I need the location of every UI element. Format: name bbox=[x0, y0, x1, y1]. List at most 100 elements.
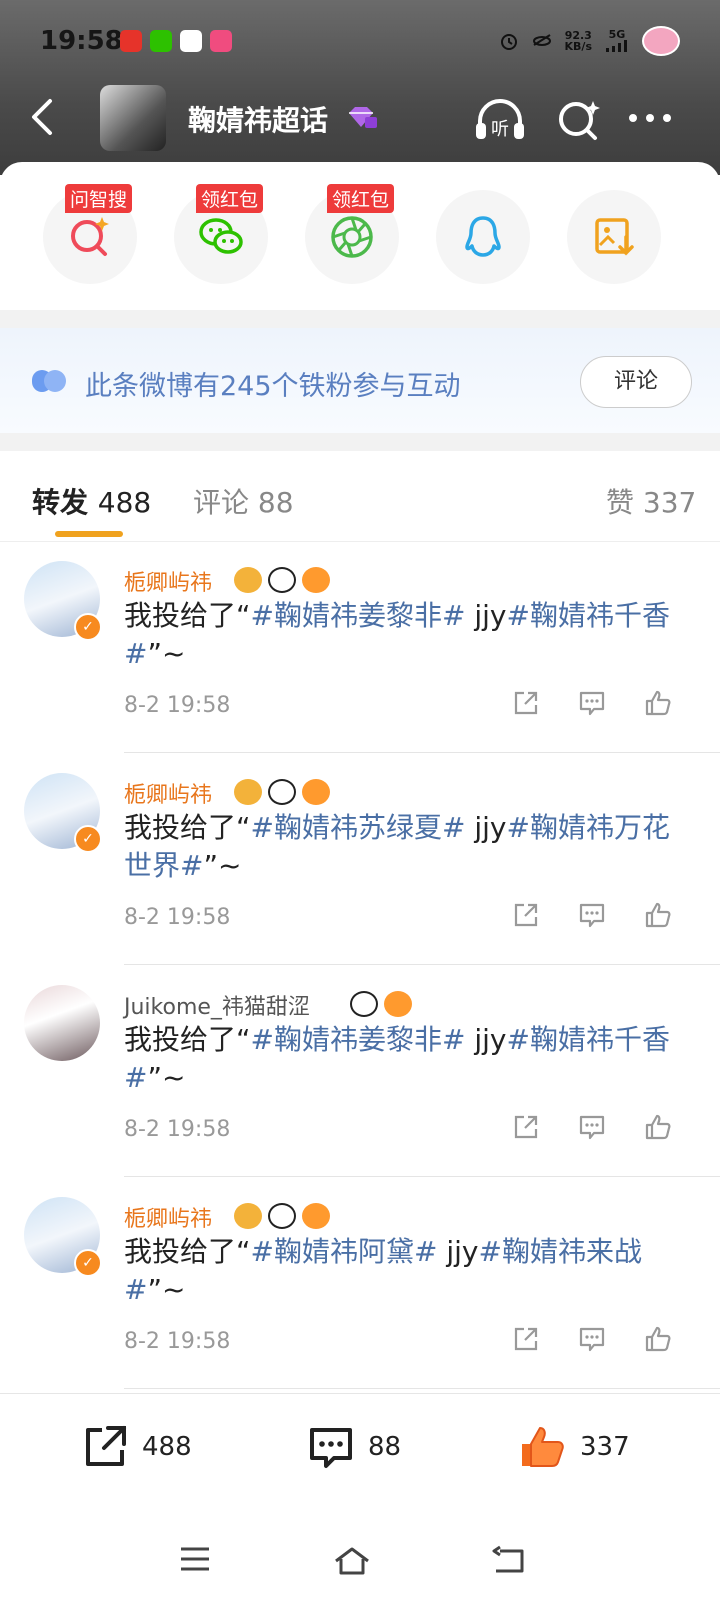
comment-action[interactable] bbox=[576, 687, 608, 723]
panda-badge-icon bbox=[268, 567, 296, 593]
bottom-like-button[interactable]: 337 bbox=[518, 1422, 630, 1472]
post-time: 8-2 19:58 bbox=[124, 1329, 231, 1354]
search-button[interactable] bbox=[555, 95, 603, 149]
comment-action[interactable] bbox=[576, 899, 608, 935]
bilibili-app-icon bbox=[210, 30, 232, 52]
search-spark-icon bbox=[71, 217, 109, 256]
tab-likes[interactable]: 赞 337 bbox=[606, 481, 696, 521]
repost-text: 我投给了“#鞠婧祎阿黛# jjy#鞠婧祎来战#”~ bbox=[124, 1235, 642, 1306]
home-button[interactable] bbox=[333, 1545, 371, 1581]
share-sheet: 问智搜 领红包 领红包 bbox=[0, 162, 720, 307]
signal-icon: 5G bbox=[604, 29, 630, 54]
verified-badge-icon: ✓ bbox=[74, 825, 102, 853]
panda-badge-icon bbox=[268, 779, 296, 805]
thumbs-up-icon bbox=[645, 1326, 671, 1352]
list-item[interactable]: ✓ 栀卿屿祎 我投给了“#鞠婧祎阿黛# jjy#鞠婧祎来战#”~ 8-2 19:… bbox=[0, 1177, 720, 1389]
save-image-icon bbox=[595, 218, 634, 256]
headphones-icon: 听 bbox=[476, 99, 524, 140]
menu-button[interactable] bbox=[178, 1545, 212, 1577]
home-icon bbox=[335, 1547, 369, 1575]
back-button[interactable] bbox=[22, 95, 62, 146]
listen-button[interactable]: 听 bbox=[472, 95, 528, 149]
user-badges bbox=[234, 779, 330, 805]
qq-icon bbox=[465, 216, 501, 257]
chevron-left-icon bbox=[32, 99, 52, 135]
page-title[interactable]: 鞠婧祎超话 bbox=[188, 99, 328, 139]
mute-icon bbox=[532, 34, 551, 46]
username[interactable]: 栀卿屿祎 bbox=[124, 1201, 212, 1233]
tab-reposts[interactable]: 转发 488 bbox=[32, 481, 151, 521]
super-topic-avatar[interactable] bbox=[100, 85, 166, 151]
shortcut-tag: 问智搜 bbox=[65, 184, 133, 213]
comment-icon bbox=[310, 1428, 352, 1468]
shortcut-qq[interactable] bbox=[436, 190, 530, 284]
verified-badge-icon: ✓ bbox=[74, 613, 102, 641]
donut-icon bbox=[642, 26, 680, 56]
comment-action[interactable] bbox=[576, 1323, 608, 1359]
avatar[interactable] bbox=[24, 985, 100, 1061]
like-action[interactable] bbox=[642, 1111, 674, 1147]
post-time: 8-2 19:58 bbox=[124, 905, 231, 930]
section-gap bbox=[0, 433, 720, 451]
thumbs-up-icon bbox=[645, 690, 671, 716]
diamond-badge-icon bbox=[349, 107, 377, 128]
comment-icon bbox=[579, 1115, 605, 1140]
shortcut-ai-search[interactable]: 问智搜 bbox=[43, 184, 137, 284]
verified-badge-icon: ✓ bbox=[74, 1249, 102, 1277]
wechat-app-icon bbox=[150, 30, 172, 52]
repost-action[interactable] bbox=[510, 1111, 542, 1147]
list-item[interactable]: ✓ 栀卿屿祎 我投给了“#鞠婧祎姜黎非# jjy#鞠婧祎千香#”~ 8-2 19… bbox=[0, 541, 720, 753]
moments-icon bbox=[331, 216, 373, 258]
thumbs-up-icon bbox=[645, 902, 671, 928]
user-badges bbox=[234, 1203, 330, 1229]
share-icon bbox=[514, 1327, 538, 1351]
repost-text: 我投给了“#鞠婧祎苏绿夏# jjy#鞠婧祎万花世界#”~ bbox=[124, 811, 670, 882]
bottom-repost-button[interactable]: 488 bbox=[80, 1422, 192, 1472]
like-action[interactable] bbox=[642, 899, 674, 935]
hashtag-link[interactable]: #鞠婧祎姜黎非# bbox=[251, 599, 466, 632]
list-item[interactable]: ✓ 栀卿屿祎 我投给了“#鞠婧祎苏绿夏# jjy#鞠婧祎万花世界#”~ 8-2 … bbox=[0, 753, 720, 965]
net-speed: 92.3 KB/s bbox=[564, 29, 592, 53]
hashtag-link[interactable]: #鞠婧祎苏绿夏# bbox=[251, 811, 466, 844]
status-bar: 19:58 92.3 KB/s 5G bbox=[0, 22, 720, 62]
share-icon bbox=[514, 691, 538, 715]
bottom-comment-button[interactable]: 88 bbox=[306, 1422, 401, 1472]
share-icon bbox=[514, 1115, 538, 1139]
more-button[interactable] bbox=[625, 103, 675, 137]
shortcut-moments[interactable]: 领红包 bbox=[305, 184, 399, 284]
crown-badge-icon bbox=[234, 1203, 262, 1229]
fans-banner: 此条微博有245个铁粉参与互动 评论 bbox=[0, 328, 720, 433]
interaction-tabs: 转发 488 评论 88 赞 337 bbox=[0, 451, 720, 542]
hashtag-link[interactable]: #鞠婧祎阿黛# bbox=[251, 1235, 438, 1268]
repost-action[interactable] bbox=[510, 1323, 542, 1359]
tab-comments[interactable]: 评论 88 bbox=[193, 481, 294, 521]
banner-comment-button[interactable]: 评论 bbox=[580, 356, 692, 408]
thumbs-up-icon bbox=[645, 1114, 671, 1140]
repost-text: 我投给了“#鞠婧祎姜黎非# jjy#鞠婧祎千香#”~ bbox=[124, 1023, 670, 1094]
svg-text:听: 听 bbox=[491, 119, 509, 140]
username[interactable]: 栀卿屿祎 bbox=[124, 777, 212, 809]
bottom-action-bar: 488 88 337 bbox=[0, 1393, 720, 1506]
repost-action[interactable] bbox=[510, 899, 542, 935]
status-app-icons bbox=[120, 30, 232, 52]
user-badges bbox=[350, 991, 412, 1017]
more-icon bbox=[629, 114, 671, 122]
username[interactable]: 栀卿屿祎 bbox=[124, 565, 212, 597]
search-spark-icon bbox=[559, 101, 600, 140]
wechat-icon bbox=[199, 218, 243, 254]
list-item[interactable]: Juikome_祎猫甜涩 我投给了“#鞠婧祎姜黎非# jjy#鞠婧祎千香#”~ … bbox=[0, 965, 720, 1177]
username[interactable]: Juikome_祎猫甜涩 bbox=[124, 989, 310, 1021]
comment-action[interactable] bbox=[576, 1111, 608, 1147]
hashtag-link[interactable]: #鞠婧祎姜黎非# bbox=[251, 1023, 466, 1056]
back-nav-button[interactable] bbox=[490, 1545, 526, 1581]
clock-app-icon bbox=[180, 30, 202, 52]
shortcut-wechat[interactable]: 领红包 bbox=[174, 184, 268, 284]
like-action[interactable] bbox=[642, 687, 674, 723]
like-action[interactable] bbox=[642, 1323, 674, 1359]
pufferfish-badge-icon bbox=[302, 1203, 330, 1229]
repost-action[interactable] bbox=[510, 687, 542, 723]
pufferfish-badge-icon bbox=[302, 567, 330, 593]
comment-icon bbox=[579, 691, 605, 716]
weibo-app-icon bbox=[120, 30, 142, 52]
shortcut-save-image[interactable] bbox=[567, 190, 661, 284]
